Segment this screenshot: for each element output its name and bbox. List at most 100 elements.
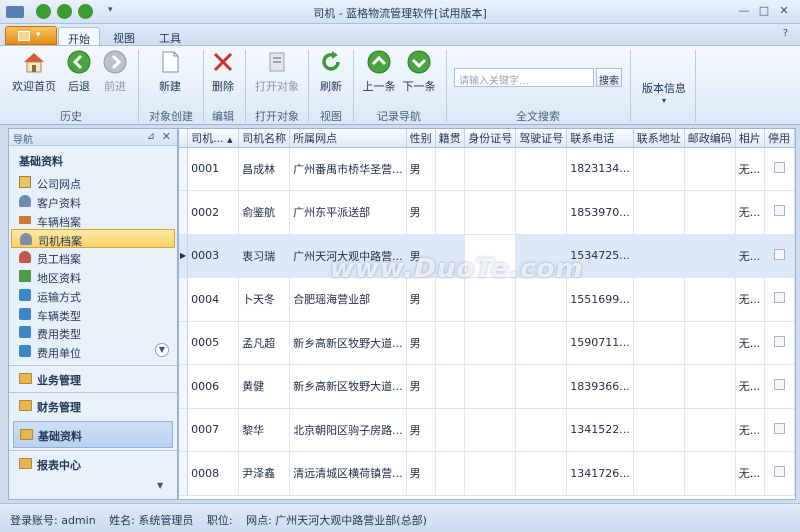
checkbox[interactable] — [774, 248, 786, 260]
table-cell[interactable]: 1853970... — [566, 190, 634, 235]
forward-button[interactable]: 前进 — [98, 49, 132, 99]
table-cell[interactable]: 合肥瑶海营业部 — [289, 277, 407, 322]
table-cell[interactable] — [684, 147, 736, 191]
table-cell[interactable]: 孟凡超 — [238, 321, 291, 365]
home-button[interactable]: 欢迎首页 — [8, 49, 60, 99]
table-cell[interactable] — [633, 277, 685, 322]
checkbox[interactable] — [774, 205, 786, 217]
disabled-checkbox-cell[interactable] — [764, 451, 795, 496]
table-cell[interactable]: 1839366... — [566, 364, 634, 409]
column-header[interactable]: 身份证号 — [464, 129, 517, 148]
table-cell[interactable]: 卜天冬 — [238, 277, 291, 322]
table-row[interactable]: 0004 卜天冬 合肥瑶海营业部男 1551699... 无... — [179, 277, 795, 322]
next-record-button[interactable]: 下一条 — [400, 49, 438, 99]
table-cell[interactable]: 男 — [406, 147, 436, 191]
table-cell[interactable] — [464, 451, 517, 496]
nav-item-customers[interactable]: 客户资料 — [11, 192, 175, 211]
table-cell[interactable]: 0006 — [187, 364, 240, 409]
table-cell[interactable] — [515, 408, 568, 452]
checkbox[interactable] — [774, 422, 786, 434]
nav-item-regions[interactable]: 地区资料 — [11, 267, 175, 286]
tab-tools[interactable]: 工具 — [150, 27, 190, 45]
column-header[interactable]: 邮政编码 — [684, 129, 736, 148]
table-cell[interactable]: 0003 — [187, 234, 240, 278]
table-cell[interactable] — [633, 408, 685, 452]
table-cell[interactable]: 衷习瑞 — [238, 234, 291, 278]
table-cell[interactable]: 男 — [406, 277, 436, 322]
table-cell[interactable]: 昌成林 — [238, 147, 291, 191]
table-cell[interactable]: 黎华 — [238, 408, 291, 452]
search-button[interactable]: 搜索 — [596, 68, 622, 87]
table-cell[interactable]: 无... — [735, 147, 766, 191]
table-cell[interactable]: 1341522... — [566, 408, 634, 452]
minimize-icon[interactable]: — — [736, 4, 752, 18]
table-cell[interactable]: 0008 — [187, 451, 240, 496]
table-row[interactable]: 0001 昌成林 广州番禺市桥华圣营... 男 1823134... 无... — [179, 147, 795, 191]
table-cell[interactable]: 广州东平派送部 — [289, 190, 407, 235]
table-cell[interactable]: 0005 — [187, 321, 240, 365]
table-cell[interactable] — [464, 408, 517, 452]
open-object-button[interactable]: 打开对象 — [250, 49, 304, 99]
table-cell[interactable] — [435, 234, 466, 278]
table-cell[interactable]: 无... — [735, 364, 766, 409]
table-cell[interactable] — [435, 190, 466, 235]
table-cell[interactable]: 0002 — [187, 190, 240, 235]
table-cell[interactable] — [435, 147, 466, 191]
close-icon[interactable]: ✕ — [162, 130, 171, 143]
scroll-down-icon[interactable]: ▼ — [155, 343, 169, 357]
column-header[interactable]: 司机名称 — [238, 129, 291, 148]
table-cell[interactable]: 俞鉴航 — [238, 190, 291, 235]
maximize-icon[interactable]: □ — [756, 4, 772, 18]
table-cell[interactable] — [515, 147, 568, 191]
nav-item-transport-modes[interactable]: 运输方式 — [11, 286, 175, 305]
table-cell[interactable] — [464, 234, 517, 278]
table-cell[interactable] — [515, 451, 568, 496]
table-cell[interactable]: 广州番禺市桥华圣营... — [289, 147, 407, 191]
tab-start[interactable]: 开始 — [58, 27, 100, 46]
table-cell[interactable]: 无... — [735, 277, 766, 322]
table-cell[interactable]: 1823134... — [566, 147, 634, 191]
table-cell[interactable] — [633, 147, 685, 191]
column-header[interactable]: 籍贯 — [435, 129, 466, 148]
table-cell[interactable] — [515, 234, 568, 278]
table-cell[interactable] — [633, 364, 685, 409]
close-icon[interactable]: ✕ — [776, 4, 792, 18]
table-cell[interactable]: 男 — [406, 408, 436, 452]
checkbox[interactable] — [774, 292, 786, 304]
table-cell[interactable] — [464, 147, 517, 191]
table-cell[interactable]: 清远清城区横荷镇营... — [289, 451, 407, 496]
table-cell[interactable] — [633, 234, 685, 278]
pin-icon[interactable]: ⊿ — [147, 131, 155, 142]
delete-button[interactable]: 删除 — [206, 49, 240, 99]
table-cell[interactable] — [435, 277, 466, 322]
table-cell[interactable] — [684, 408, 736, 452]
disabled-checkbox-cell[interactable] — [764, 190, 795, 235]
table-cell[interactable]: 男 — [406, 364, 436, 409]
nav-item-vehicles[interactable]: 车辆档案 — [11, 211, 175, 230]
table-cell[interactable]: 北京朝阳区驹子房路... — [289, 408, 407, 452]
table-cell[interactable]: 1341726... — [566, 451, 634, 496]
table-row[interactable]: 0007 黎华 北京朝阳区驹子房路... 男 1341522... 无... — [179, 408, 795, 452]
table-cell[interactable]: 1551699... — [566, 277, 634, 322]
table-cell[interactable] — [633, 451, 685, 496]
checkbox[interactable] — [774, 335, 786, 347]
table-cell[interactable]: 无... — [735, 190, 766, 235]
disabled-checkbox-cell[interactable] — [764, 321, 795, 365]
column-header[interactable]: 所属网点 — [289, 129, 407, 148]
column-header[interactable]: 停用 — [764, 129, 795, 148]
nav-item-drivers[interactable]: 司机档案 — [11, 229, 175, 248]
new-button[interactable]: 新建 — [148, 49, 192, 99]
table-cell[interactable] — [464, 190, 517, 235]
table-row[interactable]: 0002 俞鉴航 广州东平派送部男 1853970... 无... — [179, 190, 795, 235]
disabled-checkbox-cell[interactable] — [764, 408, 795, 452]
nav-item-vehicle-types[interactable]: 车辆类型 — [11, 305, 175, 324]
table-cell[interactable]: 尹泽鑫 — [238, 451, 291, 496]
column-header[interactable]: 性别 — [406, 129, 436, 148]
table-cell[interactable] — [435, 364, 466, 409]
table-cell[interactable] — [684, 321, 736, 365]
table-cell[interactable]: 0004 — [187, 277, 240, 322]
table-cell[interactable]: 新乡高新区牧野大道... — [289, 364, 407, 409]
table-cell[interactable] — [464, 321, 517, 365]
help-icon[interactable]: ? — [783, 28, 788, 39]
disabled-checkbox-cell[interactable] — [764, 234, 795, 278]
